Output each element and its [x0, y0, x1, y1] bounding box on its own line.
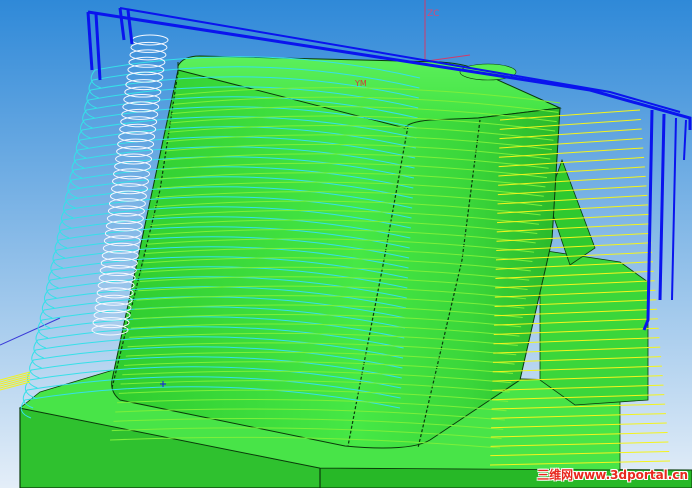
zc-axis-label: ZC [427, 9, 440, 19]
graphics-viewport[interactable]: ZC YM 三维网www.3dportal.cn [0, 0, 692, 488]
cam-scene [0, 0, 692, 488]
watermark-text: 三维网www.3dportal.cn [537, 468, 688, 482]
ym-axis-label: YM [355, 79, 367, 88]
step-face [539, 249, 649, 406]
